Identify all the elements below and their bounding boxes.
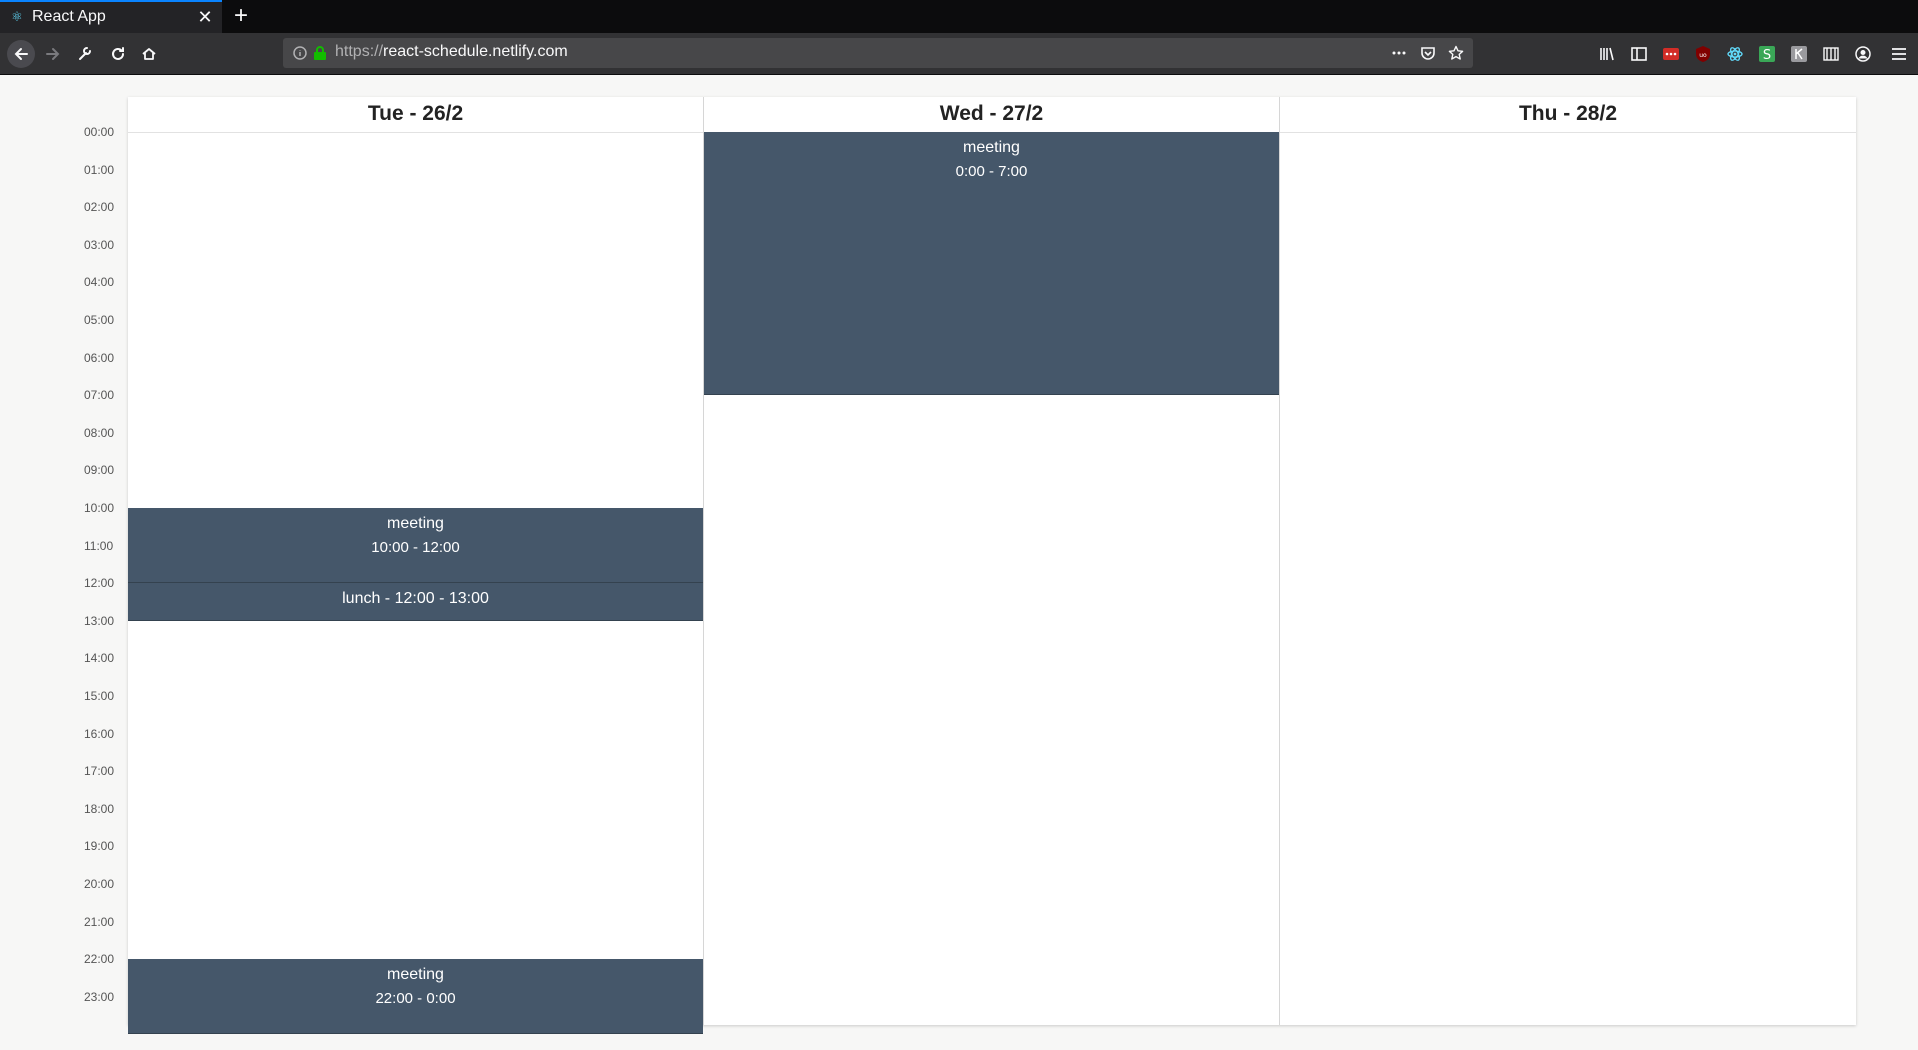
forward-arrow-icon: [46, 48, 60, 60]
day-header: Wed - 27/2: [704, 97, 1279, 133]
hour-label: 23:00: [84, 989, 115, 1004]
hour-label: 14:00: [84, 651, 115, 666]
back-arrow-icon: [14, 48, 28, 60]
reload-icon: [112, 47, 124, 60]
sidebar-icon[interactable]: [1630, 45, 1648, 63]
day-events: meeting 0:00 - 7:00: [704, 132, 1279, 1025]
hour-label: 19:00: [84, 839, 115, 854]
lock-icon: [314, 46, 326, 60]
stylus-extension-icon[interactable]: S: [1758, 45, 1776, 63]
tab-bar: ⚛ React App ✕ +: [0, 0, 1918, 33]
day-events: [1280, 132, 1855, 1025]
event-time: 10:00 - 12:00: [371, 539, 460, 556]
schedule-grid: Tue - 26/2 meeting 10:00 - 12:00 lunch - 12…: [128, 97, 1856, 1035]
url-bar[interactable]: https://react-schedule.netlify.com: [283, 38, 1473, 68]
event-label: lunch - 12:00 - 13:00: [342, 590, 489, 608]
hour-label: 20:00: [84, 877, 115, 891]
react-favicon-icon: ⚛: [11, 10, 23, 25]
hour-label: 07:00: [84, 388, 115, 403]
page-content: 00:00 01:00 02:00 03:00 04:00 05:00 06:00 07:00…: [0, 75, 1918, 1050]
devtools-button[interactable]: [73, 42, 97, 66]
hour-label: 18:00: [84, 801, 115, 816]
hour-label: 12:00: [84, 576, 115, 591]
account-icon[interactable]: [1854, 45, 1872, 63]
menu-icon[interactable]: [1890, 45, 1908, 63]
url-host: react-schedule.netlify.com: [383, 43, 568, 60]
hour-label: 01:00: [84, 162, 115, 177]
hour-label: 09:00: [84, 463, 115, 478]
url-scheme: https://: [335, 43, 384, 60]
extension-icon[interactable]: [1790, 45, 1808, 63]
pocket-icon[interactable]: [1420, 45, 1436, 61]
hour-label: 05:00: [84, 313, 115, 327]
site-info-icon[interactable]: [292, 45, 308, 61]
event-block[interactable]: meeting 10:00 - 12:00: [128, 508, 703, 584]
hour-label: 10:00: [84, 501, 115, 515]
browser-tab[interactable]: ⚛ React App ✕: [0, 0, 222, 33]
event-block[interactable]: lunch - 12:00 - 13:00: [128, 583, 703, 621]
hour-label: 04:00: [84, 275, 115, 290]
home-icon: [142, 48, 156, 60]
day-column: Tue - 26/2 meeting 10:00 - 12:00 lunch - 12…: [128, 97, 704, 1035]
back-button[interactable]: [7, 40, 35, 68]
event-block[interactable]: meeting 22:00 - 0:00: [128, 959, 703, 1035]
hour-label: 03:00: [84, 237, 115, 252]
hour-label: 02:00: [84, 200, 115, 215]
hour-label: 17:00: [84, 764, 115, 779]
event-title: meeting: [387, 515, 444, 532]
hour-label: 00:00: [84, 125, 115, 139]
bookmark-star-icon[interactable]: [1448, 45, 1464, 61]
svg-text:S: S: [1763, 48, 1771, 63]
hour-label: 11:00: [84, 538, 114, 553]
day-events: meeting 10:00 - 12:00 lunch - 12:00 - 13:0…: [128, 132, 703, 1035]
lastpass-extension-icon[interactable]: [1662, 45, 1680, 63]
day-header: Thu - 28/2: [1280, 97, 1856, 133]
event-time: 0:00 - 7:00: [955, 163, 1028, 180]
hour-label: 15:00: [84, 689, 115, 703]
bookmarks-toolbar-icon[interactable]: [1822, 45, 1840, 63]
event-time: 22:00 - 0:00: [375, 990, 456, 1008]
tab-close-icon[interactable]: ✕: [196, 8, 214, 26]
page-actions-icon[interactable]: [1391, 45, 1407, 61]
library-icon[interactable]: [1598, 45, 1616, 63]
url-text[interactable]: https://react-schedule.netlify.com: [335, 43, 568, 61]
day-header: Tue - 26/2: [128, 97, 703, 133]
event-block[interactable]: meeting 0:00 - 7:00: [704, 132, 1279, 396]
react-devtools-icon[interactable]: [1726, 45, 1744, 63]
day-column: Wed - 27/2 meeting 0:00 - 7:00: [704, 97, 1280, 1025]
wrench-icon: [79, 47, 91, 60]
day-column: Thu - 28/2: [1280, 97, 1856, 1025]
navigation-toolbar: https://react-schedule.netlify.com uo S: [0, 33, 1918, 75]
hour-axis: 00:00 01:00 02:00 03:00 04:00 05:00 06:00 07:00…: [0, 75, 120, 1050]
event-title: meeting: [963, 139, 1020, 156]
hour-label: 16:00: [84, 726, 115, 741]
home-button[interactable]: [137, 42, 161, 66]
hour-label: 22:00: [84, 952, 115, 967]
tab-title: React App: [32, 8, 106, 25]
hour-label: 08:00: [84, 425, 115, 440]
forward-button[interactable]: [41, 42, 65, 66]
hour-label: 21:00: [84, 914, 115, 929]
ublock-extension-icon[interactable]: uo: [1694, 45, 1712, 63]
event-title: meeting: [387, 966, 444, 984]
reload-button[interactable]: [106, 42, 130, 66]
hour-label: 06:00: [84, 350, 115, 365]
svg-text:uo: uo: [1699, 52, 1707, 59]
hour-label: 13:00: [84, 613, 115, 628]
new-tab-button[interactable]: +: [230, 4, 252, 28]
